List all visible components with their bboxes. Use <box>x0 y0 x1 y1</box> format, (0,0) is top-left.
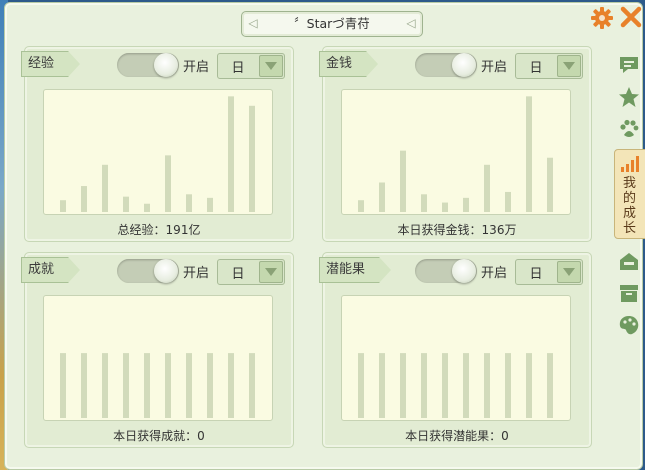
panel-caption: 总经验：191亿 <box>117 223 201 237</box>
chart-bar <box>358 353 364 418</box>
chart-bar <box>144 203 150 212</box>
toggle-knob <box>452 259 476 283</box>
panel-caption: 本日获得潜能果：0 <box>405 429 509 443</box>
period-select[interactable]: 日 <box>217 259 285 285</box>
chart-bar <box>463 353 469 418</box>
toggle-label: 开启 <box>183 60 210 75</box>
chevron-down-icon[interactable] <box>557 55 581 77</box>
chat-icon[interactable] <box>618 54 640 76</box>
period-value: 日 <box>529 61 543 76</box>
chart-bar <box>102 353 108 418</box>
panel-money: 金钱 开启 日 本日获得金钱：136万 <box>322 46 592 242</box>
enable-toggle[interactable] <box>117 53 179 77</box>
palette-icon[interactable] <box>618 314 640 336</box>
chart-bar <box>165 353 171 418</box>
toggle-label: 开启 <box>481 266 508 281</box>
chevron-down-icon[interactable] <box>259 261 283 283</box>
chart-bar <box>186 194 192 212</box>
chart-bar <box>228 96 234 212</box>
signal-bars-icon <box>621 156 639 172</box>
chart-bar <box>379 353 385 418</box>
enable-toggle[interactable] <box>415 259 477 283</box>
chart-bar <box>249 353 255 418</box>
bar-chart <box>341 295 571 421</box>
chart-bar <box>81 186 87 212</box>
chart-bar <box>81 353 87 418</box>
chart-bar <box>526 96 532 212</box>
title-left-ornament-icon: ◁ <box>248 16 258 30</box>
toggle-knob <box>154 259 178 283</box>
panel-achievement: 成就 开启 日 本日获得成就：0 <box>24 252 294 448</box>
window-title: 〞Starづ青苻 <box>294 16 370 31</box>
tab-label: 我的成长 <box>623 176 637 236</box>
enable-toggle[interactable] <box>117 259 179 283</box>
toggle-knob <box>154 53 178 77</box>
chart-bar <box>421 353 427 418</box>
chart-bar <box>60 353 66 418</box>
chart-bar <box>379 182 385 212</box>
chart-bar <box>547 353 553 418</box>
panel-potential-fruit: 潜能果 开启 日 本日获得潜能果：0 <box>322 252 592 448</box>
chart-bar <box>249 105 255 212</box>
chart-bar <box>484 164 490 212</box>
period-value: 日 <box>231 267 245 282</box>
panel-tag: 经验 <box>21 51 80 77</box>
panel-tag: 潜能果 <box>319 257 391 283</box>
chart-bar <box>463 197 469 212</box>
title-right-ornament-icon: ◁ <box>406 16 416 30</box>
bar-chart <box>43 295 273 421</box>
chart-bar <box>102 164 108 212</box>
house-icon[interactable] <box>618 250 640 272</box>
close-icon[interactable] <box>619 5 643 29</box>
toggle-label: 开启 <box>481 60 508 75</box>
paw-icon[interactable] <box>618 118 640 140</box>
bar-chart <box>341 89 571 215</box>
chart-bar <box>123 353 129 418</box>
chart-bar <box>186 353 192 418</box>
chart-bar <box>421 194 427 212</box>
period-select[interactable]: 日 <box>217 53 285 79</box>
chart-bar <box>442 353 448 418</box>
settings-gear-icon[interactable] <box>590 6 614 30</box>
panel-tag: 成就 <box>21 257 80 283</box>
period-value: 日 <box>231 61 245 76</box>
chart-bar <box>400 150 406 212</box>
chart-bar <box>123 196 129 212</box>
enable-toggle[interactable] <box>415 53 477 77</box>
chart-bar <box>442 202 448 212</box>
period-select[interactable]: 日 <box>515 259 583 285</box>
chart-bar <box>207 197 213 212</box>
bar-chart <box>43 89 273 215</box>
panel-caption: 本日获得成就：0 <box>113 429 205 443</box>
period-select[interactable]: 日 <box>515 53 583 79</box>
chart-bar <box>144 353 150 418</box>
chart-bar <box>400 353 406 418</box>
chart-bar <box>165 155 171 212</box>
chart-bar <box>547 157 553 212</box>
chart-bar <box>358 200 364 212</box>
title-bar: ◁ 〞Starづ青苻 ◁ <box>241 11 423 37</box>
chart-bar <box>60 200 66 212</box>
chart-bar <box>505 353 511 418</box>
panel-experience: 经验 开启 日 总经验：191亿 <box>24 46 294 242</box>
chart-bar <box>484 353 490 418</box>
chart-bar <box>228 353 234 418</box>
right-sidebar: 我的成长 <box>614 46 645 346</box>
tab-my-growth[interactable]: 我的成长 <box>614 149 645 239</box>
chart-bar <box>526 353 532 418</box>
star-icon[interactable] <box>618 86 640 108</box>
toggle-label: 开启 <box>183 266 210 281</box>
chevron-down-icon[interactable] <box>259 55 283 77</box>
chevron-down-icon[interactable] <box>557 261 581 283</box>
panel-tag: 金钱 <box>319 51 378 77</box>
toggle-knob <box>452 53 476 77</box>
period-value: 日 <box>529 267 543 282</box>
box-icon[interactable] <box>618 282 640 304</box>
chart-bar <box>207 353 213 418</box>
panel-caption: 本日获得金钱：136万 <box>397 223 517 237</box>
chart-bar <box>505 191 511 212</box>
